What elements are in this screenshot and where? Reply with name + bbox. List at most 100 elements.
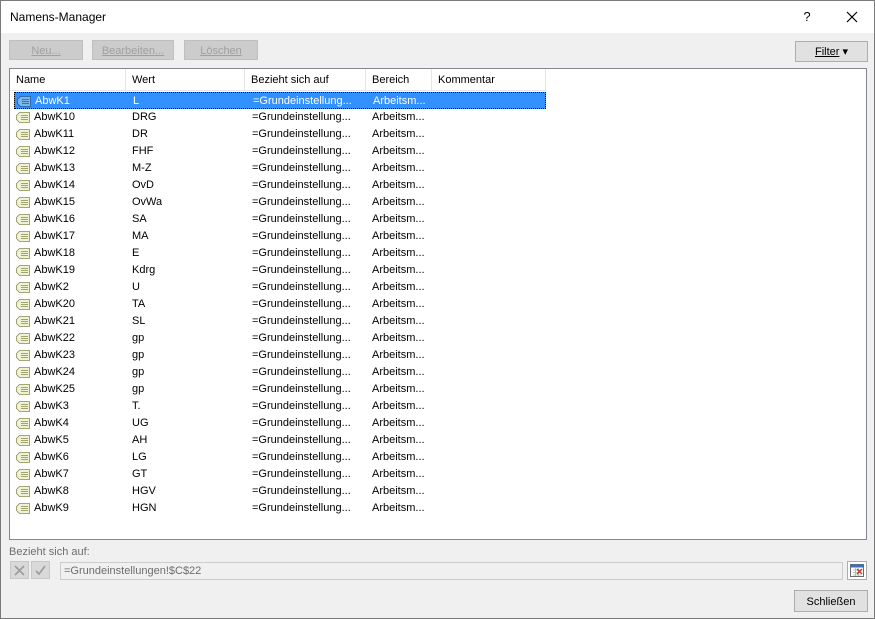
row-value: gp (132, 366, 145, 378)
row-scope: Arbeitsm... (372, 247, 425, 259)
table-row[interactable]: AbwK25 gp =Grundeinstellung... Arbeitsm... (14, 381, 546, 398)
row-name: AbwK1 (35, 95, 70, 107)
row-scope: Arbeitsm... (372, 383, 425, 395)
row-name: AbwK11 (34, 128, 75, 140)
table-row[interactable]: AbwK24 gp =Grundeinstellung... Arbeitsm... (14, 364, 546, 381)
row-scope: Arbeitsm... (372, 417, 425, 429)
row-refers-to: =Grundeinstellung... (252, 451, 351, 463)
cancel-edit-button[interactable] (10, 561, 29, 579)
column-header-refers-to[interactable]: Bezieht sich auf (245, 69, 366, 91)
named-range-icon (16, 231, 30, 242)
named-range-icon (16, 163, 30, 174)
row-value: HGV (132, 485, 156, 497)
row-refers-to: =Grundeinstellung... (252, 485, 351, 497)
named-range-icon (16, 452, 30, 463)
range-picker-button[interactable] (847, 561, 867, 580)
named-range-icon (16, 146, 30, 157)
row-scope: Arbeitsm... (372, 502, 425, 514)
help-button[interactable]: ? (797, 7, 817, 27)
delete-button[interactable]: Löschen (184, 40, 258, 60)
row-scope: Arbeitsm... (372, 196, 425, 208)
named-range-icon (16, 265, 30, 276)
row-name: AbwK20 (34, 298, 75, 310)
table-row[interactable]: AbwK2 U =Grundeinstellung... Arbeitsm... (14, 279, 546, 296)
table-row[interactable]: AbwK5 AH =Grundeinstellung... Arbeitsm... (14, 432, 546, 449)
row-scope: Arbeitsm... (372, 128, 425, 140)
new-button[interactable]: Neu... (9, 40, 83, 60)
row-refers-to: =Grundeinstellung... (252, 400, 351, 412)
row-name: AbwK10 (34, 111, 75, 123)
row-name: AbwK22 (34, 332, 75, 344)
table-row[interactable]: AbwK6 LG =Grundeinstellung... Arbeitsm... (14, 449, 546, 466)
table-row[interactable]: AbwK8 HGV =Grundeinstellung... Arbeitsm... (14, 483, 546, 500)
table-row[interactable]: AbwK9 HGN =Grundeinstellung... Arbeitsm... (14, 500, 546, 517)
column-header-comment[interactable]: Kommentar (432, 69, 546, 91)
table-row[interactable]: AbwK12 FHF =Grundeinstellung... Arbeitsm... (14, 143, 546, 160)
table-row[interactable]: AbwK4 UG =Grundeinstellung... Arbeitsm... (14, 415, 546, 432)
row-value: AH (132, 434, 148, 446)
edit-button[interactable]: Bearbeiten... (92, 40, 174, 60)
table-row[interactable]: AbwK7 GT =Grundeinstellung... Arbeitsm... (14, 466, 546, 483)
row-name: AbwK5 (34, 434, 69, 446)
row-scope: Arbeitsm... (372, 111, 425, 123)
row-refers-to: =Grundeinstellung... (252, 298, 351, 310)
table-row[interactable]: AbwK20 TA =Grundeinstellung... Arbeitsm... (14, 296, 546, 313)
confirm-edit-button[interactable] (31, 561, 50, 579)
table-row[interactable]: AbwK11 DR =Grundeinstellung... Arbeitsm... (14, 126, 546, 143)
name-manager-dialog: Namens-Manager ? Neu... Bearbeiten... Lö… (0, 0, 875, 619)
row-value: SA (132, 213, 147, 225)
row-scope: Arbeitsm... (372, 264, 425, 276)
refers-to-input[interactable]: =Grundeinstellungen!$C$22 (60, 562, 843, 580)
named-range-icon (16, 486, 30, 497)
named-range-icon (16, 282, 30, 293)
row-name: AbwK24 (34, 366, 75, 378)
close-window-button[interactable] (839, 7, 865, 27)
row-scope: Arbeitsm... (372, 179, 425, 191)
dialog-title: Namens-Manager (10, 10, 107, 24)
row-scope: Arbeitsm... (373, 95, 426, 107)
table-row[interactable]: AbwK21 SL =Grundeinstellung... Arbeitsm... (14, 313, 546, 330)
row-value: FHF (132, 145, 154, 157)
row-scope: Arbeitsm... (372, 315, 425, 327)
table-row[interactable]: AbwK3 T. =Grundeinstellung... Arbeitsm... (14, 398, 546, 415)
row-name: AbwK4 (34, 417, 69, 429)
table-row[interactable]: AbwK23 gp =Grundeinstellung... Arbeitsm... (14, 347, 546, 364)
row-name: AbwK9 (34, 502, 69, 514)
row-value: L (133, 95, 140, 107)
table-row[interactable]: AbwK14 OvD =Grundeinstellung... Arbeitsm... (14, 177, 546, 194)
named-range-icon (16, 367, 30, 378)
table-row[interactable]: AbwK17 MA =Grundeinstellung... Arbeitsm... (14, 228, 546, 245)
names-list[interactable]: Name Wert Bezieht sich auf Bereich Komme… (9, 68, 867, 540)
named-range-icon (16, 418, 30, 429)
row-name: AbwK25 (34, 383, 75, 395)
column-header-value[interactable]: Wert (126, 69, 245, 91)
row-name: AbwK21 (34, 315, 75, 327)
filter-button[interactable]: Filter ▾ (795, 41, 868, 62)
table-row[interactable]: AbwK10 DRG =Grundeinstellung... Arbeitsm... (14, 109, 546, 126)
column-header-name[interactable]: Name (10, 69, 126, 91)
column-header-scope[interactable]: Bereich (366, 69, 432, 91)
table-row[interactable]: AbwK19 Kdrg =Grundeinstellung... Arbeitsm..… (14, 262, 546, 279)
row-refers-to: =Grundeinstellung... (252, 281, 351, 293)
row-refers-to: =Grundeinstellung... (252, 434, 351, 446)
cross-icon (14, 565, 25, 576)
close-button[interactable]: Schließen (794, 590, 868, 612)
row-value: E (132, 247, 140, 259)
row-refers-to: =Grundeinstellung... (252, 332, 351, 344)
table-row[interactable]: AbwK1 L =Grundeinstellung... Arbeitsm... (14, 92, 546, 109)
row-value: M-Z (132, 162, 152, 174)
table-row[interactable]: AbwK22 gp =Grundeinstellung... Arbeitsm... (14, 330, 546, 347)
table-row[interactable]: AbwK16 SA =Grundeinstellung... Arbeitsm... (14, 211, 546, 228)
table-row[interactable]: AbwK18 E =Grundeinstellung... Arbeitsm... (14, 245, 546, 262)
row-value: GT (132, 468, 148, 480)
table-row[interactable]: AbwK13 M-Z =Grundeinstellung... Arbeitsm... (14, 160, 546, 177)
named-range-icon (17, 96, 31, 107)
row-refers-to: =Grundeinstellung... (252, 213, 351, 225)
row-refers-to: =Grundeinstellung... (252, 128, 351, 140)
row-scope: Arbeitsm... (372, 451, 425, 463)
table-row[interactable]: AbwK15 OvWa =Grundeinstellung... Arbeitsm..… (14, 194, 546, 211)
list-header: Name Wert Bezieht sich auf Bereich Komme… (10, 69, 866, 92)
row-refers-to: =Grundeinstellung... (252, 247, 351, 259)
row-refers-to: =Grundeinstellung... (252, 366, 351, 378)
row-scope: Arbeitsm... (372, 485, 425, 497)
